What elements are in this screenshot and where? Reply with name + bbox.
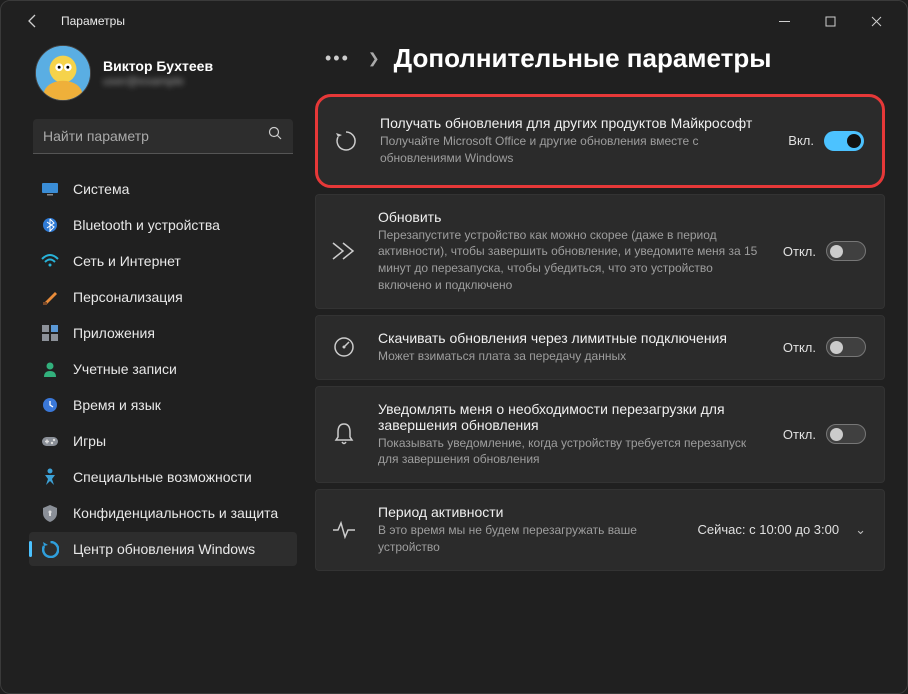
toggle-label: Откл. [783, 244, 816, 259]
titlebar: Параметры [1, 1, 907, 41]
nav-label: Конфиденциальность и защита [73, 505, 278, 521]
settings-window: Параметры Виктор Бухтеев user@example [1, 1, 907, 693]
nav-icon [41, 540, 59, 558]
card-title: Период активности [378, 504, 678, 520]
sidebar-item-1[interactable]: Bluetooth и устройства [29, 208, 297, 242]
setting-card-3: Уведомлять меня о необходимости перезагр… [315, 386, 885, 484]
card-desc: Перезапустите устройство как можно скоре… [378, 227, 763, 294]
card-desc: Может взиматься плата за передачу данных [378, 348, 763, 365]
setting-card-0: Получать обновления для других продуктов… [315, 94, 885, 188]
back-button[interactable] [19, 7, 47, 35]
sidebar-item-3[interactable]: Персонализация [29, 280, 297, 314]
nav-icon [41, 216, 59, 234]
nav-label: Система [73, 181, 129, 197]
toggle-switch[interactable] [826, 241, 866, 261]
card-desc: Получайте Microsoft Office и другие обно… [380, 133, 768, 167]
nav-icon [41, 468, 59, 486]
nav-label: Время и язык [73, 397, 161, 413]
card-title: Получать обновления для других продуктов… [380, 115, 768, 131]
card-icon [330, 420, 358, 448]
nav-icon [41, 180, 59, 198]
card-icon [332, 127, 360, 155]
nav-label: Учетные записи [73, 361, 177, 377]
card-desc: В это время мы не будем перезагружать ва… [378, 522, 678, 556]
nav-label: Персонализация [73, 289, 183, 305]
card-desc: Показывать уведомление, когда устройству… [378, 435, 763, 469]
maximize-button[interactable] [807, 5, 853, 37]
search-icon [268, 126, 283, 146]
nav-label: Сеть и Интернет [73, 253, 181, 269]
window-title: Параметры [61, 14, 125, 28]
avatar [35, 45, 91, 101]
nav-icon [41, 288, 59, 306]
sidebar-item-10[interactable]: Центр обновления Windows [29, 532, 297, 566]
search-box[interactable] [33, 119, 293, 154]
nav-label: Bluetooth и устройства [73, 217, 220, 233]
nav-icon [41, 396, 59, 414]
nav-label: Центр обновления Windows [73, 541, 255, 557]
nav-label: Игры [73, 433, 106, 449]
user-email: user@example [103, 74, 213, 88]
nav-icon [41, 252, 59, 270]
nav-label: Специальные возможности [73, 469, 252, 485]
sidebar-item-6[interactable]: Время и язык [29, 388, 297, 422]
toggle-switch[interactable] [826, 337, 866, 357]
value-label: Сейчас: с 10:00 до 3:00 [698, 522, 840, 537]
nav-icon [41, 432, 59, 450]
nav-icon [41, 360, 59, 378]
user-name: Виктор Бухтеев [103, 58, 213, 74]
page-title: Дополнительные параметры [394, 43, 772, 74]
user-profile[interactable]: Виктор Бухтеев user@example [29, 41, 297, 119]
card-icon [330, 333, 358, 361]
setting-card-4[interactable]: Период активности В это время мы не будем… [315, 489, 885, 571]
nav-icon [41, 324, 59, 342]
sidebar: Виктор Бухтеев user@example Система Bluet… [1, 41, 311, 685]
sidebar-item-2[interactable]: Сеть и Интернет [29, 244, 297, 278]
card-icon [330, 237, 358, 265]
toggle-label: Откл. [783, 427, 816, 442]
settings-cards: Получать обновления для других продуктов… [311, 94, 885, 571]
sidebar-item-8[interactable]: Специальные возможности [29, 460, 297, 494]
setting-card-2: Скачивать обновления через лимитные подк… [315, 315, 885, 380]
toggle-switch[interactable] [826, 424, 866, 444]
setting-card-1: Обновить Перезапустите устройство как мож… [315, 194, 885, 309]
card-title: Уведомлять меня о необходимости перезагр… [378, 401, 763, 433]
sidebar-item-9[interactable]: Конфиденциальность и защита [29, 496, 297, 530]
nav-icon [41, 504, 59, 522]
close-button[interactable] [853, 5, 899, 37]
minimize-button[interactable] [761, 5, 807, 37]
main-panel: ••• ❯ Дополнительные параметры Получать … [311, 41, 907, 685]
nav-list: Система Bluetooth и устройства Сеть и Инте… [29, 172, 297, 566]
card-title: Обновить [378, 209, 763, 225]
breadcrumb: ••• ❯ Дополнительные параметры [311, 41, 885, 94]
chevron-down-icon: ⌄ [855, 522, 866, 538]
sidebar-item-7[interactable]: Игры [29, 424, 297, 458]
card-title: Скачивать обновления через лимитные подк… [378, 330, 763, 346]
sidebar-item-0[interactable]: Система [29, 172, 297, 206]
search-input[interactable] [43, 128, 268, 144]
nav-label: Приложения [73, 325, 155, 341]
toggle-label: Откл. [783, 340, 816, 355]
toggle-switch[interactable] [824, 131, 864, 151]
card-icon [330, 516, 358, 544]
sidebar-item-4[interactable]: Приложения [29, 316, 297, 350]
breadcrumb-more-icon[interactable]: ••• [321, 48, 354, 69]
toggle-label: Вкл. [788, 133, 814, 148]
sidebar-item-5[interactable]: Учетные записи [29, 352, 297, 386]
chevron-right-icon: ❯ [368, 50, 380, 67]
